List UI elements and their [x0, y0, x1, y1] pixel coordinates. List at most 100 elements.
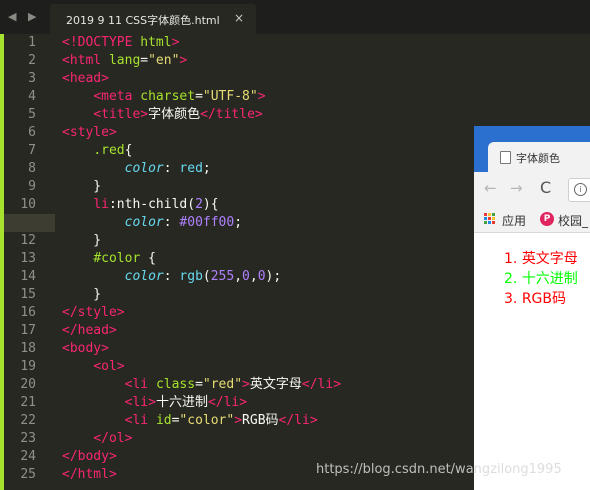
code-token: = [195, 377, 203, 392]
close-icon[interactable]: × [234, 11, 244, 25]
code-line[interactable]: <meta charset="UTF-8"> [62, 88, 582, 106]
line-number: 24 [20, 449, 36, 464]
code-token: <body> [62, 341, 109, 356]
ordered-list: 1. 英文字母 2. 十六进制 3. RGB码 [504, 249, 578, 309]
browser-toolbar: ← → C i [474, 172, 590, 206]
code-token: 0 [257, 269, 266, 284]
code-token: <li> [124, 395, 156, 410]
code-line[interactable]: <head> [62, 70, 582, 88]
code-line[interactable]: <title>字体颜色</title> [62, 106, 582, 124]
back-arrow-icon[interactable]: ← [484, 179, 497, 197]
code-token: { [140, 251, 156, 266]
code-token: > [242, 377, 250, 392]
code-token: > [257, 89, 266, 104]
code-token: : [163, 215, 180, 230]
code-token: lang [108, 53, 141, 68]
code-token: ; [234, 215, 243, 230]
code-token: RGB码 [242, 413, 279, 428]
code-token: "red" [202, 377, 243, 392]
line-number: 25 [20, 467, 36, 482]
code-token: } [62, 233, 102, 248]
line-number: 14 [20, 269, 36, 284]
code-token: </title> [200, 107, 263, 122]
line-number: 23 [20, 431, 36, 446]
code-token: } [62, 179, 102, 194]
bookmark-campus[interactable]: 校园_ [558, 212, 588, 229]
code-token: #color [93, 251, 141, 266]
code-token: ){ [202, 197, 219, 212]
line-number-gutter: 1234567891011121314151617181920212223242… [4, 34, 50, 490]
bookmark-apps[interactable]: 应用 [502, 212, 526, 229]
code-token: </ol> [93, 431, 133, 446]
code-token: } [62, 287, 102, 302]
list-item: 3. RGB码 [504, 289, 578, 309]
code-token: "en" [148, 53, 180, 68]
line-number: 9 [28, 179, 36, 194]
code-token: , [234, 269, 243, 284]
code-token: rgb [179, 269, 203, 284]
line-number: 15 [20, 287, 36, 302]
list-marker: 1. [504, 251, 518, 267]
code-token: ; [202, 161, 211, 176]
code-token: "UTF-8" [202, 89, 258, 104]
code-token: 0 [242, 269, 250, 284]
browser-tabstrip: 字体颜色 [474, 126, 590, 172]
code-token: <html [62, 53, 109, 68]
list-item-text: RGB码 [521, 291, 566, 307]
list-item-text: 英文字母 [521, 251, 578, 267]
line-number: 5 [28, 107, 36, 122]
editor-tab-title: 2019 9 11 CSS字体颜色.html [66, 14, 220, 27]
address-bar[interactable]: i [568, 178, 590, 202]
code-token: </body> [62, 449, 117, 464]
code-token: color [124, 269, 164, 284]
code-token: <meta [93, 89, 141, 104]
browser-window: 字体颜色 ← → C i 应用 P 校园_ 1. 英文字母 2. 十六进制 3. R… [474, 126, 590, 490]
code-line[interactable]: <html lang="en"> [62, 52, 582, 70]
reload-icon[interactable]: C [540, 178, 551, 197]
editor-tab-active[interactable]: 2019 9 11 CSS字体颜色.html × [50, 4, 256, 34]
line-number: 8 [28, 161, 36, 176]
line-number: 16 [20, 305, 36, 320]
code-token: = [195, 89, 203, 104]
code-token: red [179, 161, 203, 176]
line-number: 7 [28, 143, 36, 158]
line-number: 21 [20, 395, 36, 410]
code-token: { [124, 143, 133, 158]
info-icon[interactable]: i [574, 183, 587, 196]
code-token: <ol> [93, 359, 125, 374]
browser-tab[interactable]: 字体颜色 [488, 142, 590, 172]
code-token: </li> [278, 413, 318, 428]
code-token: id [155, 413, 172, 428]
code-token: = [140, 53, 149, 68]
code-token: </html> [62, 467, 117, 482]
list-item-text: 十六进制 [521, 271, 578, 287]
code-token: "color" [179, 413, 235, 428]
forward-arrow-icon[interactable]: → [510, 179, 523, 197]
code-token: li [93, 197, 109, 212]
code-token: color [124, 161, 164, 176]
code-token: #00ff00 [179, 215, 235, 230]
code-token: > [171, 35, 180, 50]
code-line[interactable]: <!DOCTYPE html> [62, 34, 582, 52]
code-token: <!DOCTYPE [62, 35, 141, 50]
code-token: 255 [210, 269, 235, 284]
code-token: </li> [301, 377, 342, 392]
line-number: 22 [20, 413, 36, 428]
code-token: </head> [62, 323, 117, 338]
code-token: .red [93, 143, 125, 158]
tab-scroll-arrows[interactable]: ◀ ▶ [8, 10, 40, 23]
code-token: <li [124, 413, 156, 428]
code-token: ( [202, 269, 211, 284]
line-number: 17 [20, 323, 36, 338]
code-token: 2 [195, 197, 203, 212]
code-token: : [163, 269, 180, 284]
apps-grid-icon[interactable] [484, 213, 496, 225]
current-line-highlight [4, 214, 55, 232]
code-token: <head> [62, 71, 109, 86]
